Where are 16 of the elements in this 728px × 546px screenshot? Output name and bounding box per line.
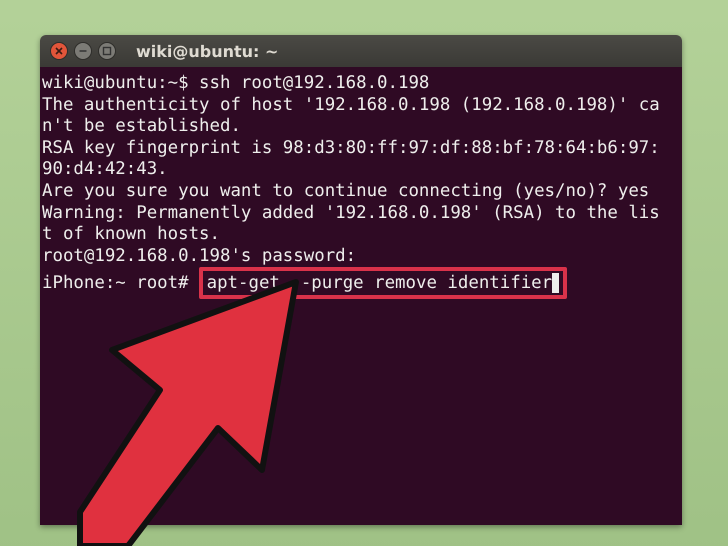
terminal-line: 90:d4:42:43. (42, 159, 169, 181)
text-cursor (552, 273, 560, 294)
terminal-line: n't be established. (42, 116, 242, 138)
terminal-line: The authenticity of host '192.168.0.198 (192.168.0.198)' ca (42, 94, 661, 116)
maximize-icon[interactable] (98, 42, 116, 60)
terminal-line: RSA key fingerprint is 98:d3:80:ff:97:df:88:bf:78:64:b6:97: (42, 138, 661, 160)
shell-prompt: iPhone:~ root# (42, 272, 189, 294)
terminal-line: Are you sure you want to continue connecting (yes/no)? yes (42, 180, 650, 203)
minimize-icon[interactable] (74, 42, 92, 60)
window-title: wiki@ubuntu: ~ (136, 42, 278, 60)
command-text: apt-get -purge remove identifier (206, 272, 552, 294)
terminal-line: wiki@ubuntu:~$ ssh root@192.168.0.198 (42, 73, 430, 95)
terminal-line: t of known hosts. (42, 224, 221, 246)
terminal-line: Warning: Permanently added '192.168.0.198' (RSA) to the lis (42, 202, 661, 224)
terminal-line: root@192.168.0.198's password: (42, 246, 358, 268)
close-icon[interactable] (50, 42, 68, 60)
